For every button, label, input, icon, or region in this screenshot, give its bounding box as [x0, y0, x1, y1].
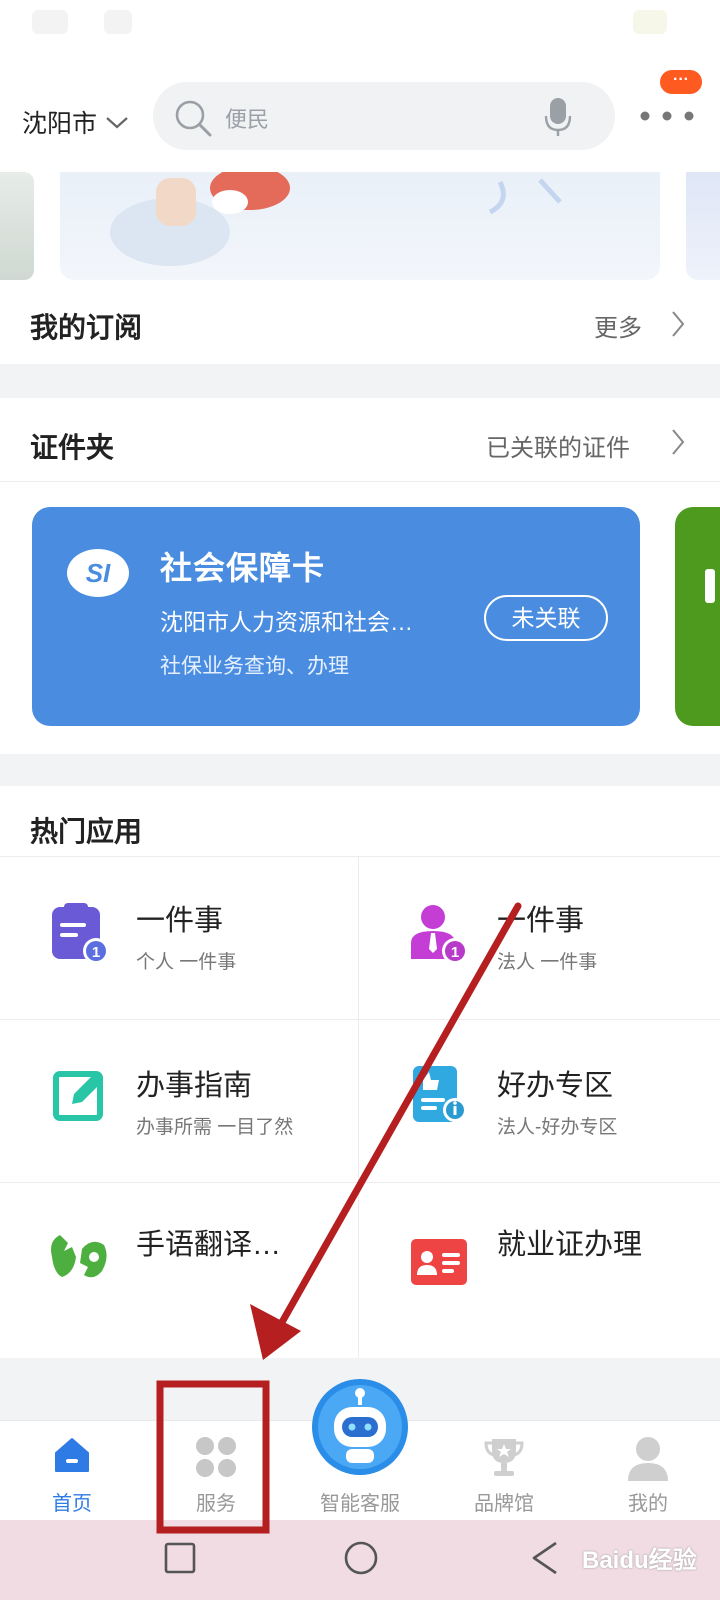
app-subtitle: 法人-好办专区: [497, 1117, 618, 1138]
app-subtitle: 办事所需 一目了然: [136, 1117, 294, 1138]
app-title: 好办专区: [497, 1070, 614, 1102]
banner-slide-next: [686, 172, 720, 280]
app-subtitle: 个人 一件事: [136, 952, 237, 973]
card-title: 社会保障卡: [160, 550, 326, 586]
app-item-easy-zone[interactable]: 好办专区 法人-好办专区: [359, 1020, 720, 1182]
app-item-employment-card[interactable]: 就业证办理: [359, 1183, 720, 1358]
app-subtitle: 法人 一件事: [497, 952, 598, 973]
hot-apps-header: 热门应用: [0, 786, 720, 856]
chevron-right-icon: [672, 311, 685, 337]
divider: [358, 857, 359, 1358]
search-icon: [175, 100, 212, 137]
back-icon[interactable]: [530, 1540, 560, 1576]
banner-slide[interactable]: [60, 172, 660, 280]
section-title: 我的订阅: [30, 312, 143, 343]
business-person-icon: 1: [411, 905, 468, 964]
linked-certificates-link[interactable]: 已关联的证件: [486, 428, 630, 463]
banner-slide-prev: [0, 172, 34, 280]
divider: [0, 1019, 720, 1020]
banner-carousel[interactable]: [0, 172, 720, 282]
app-item-personal-one-thing[interactable]: 1 一件事 个人 一件事: [0, 857, 358, 1019]
card-description: 社保业务查询、办理: [160, 655, 349, 678]
app-title: 一件事: [497, 905, 585, 937]
svg-text:1: 1: [92, 944, 100, 961]
chevron-right-icon: [672, 429, 685, 455]
search-input[interactable]: 便民: [225, 102, 269, 134]
nav-label: 服务: [196, 1493, 236, 1515]
system-navigation-bar: Baidu经验: [0, 1520, 720, 1600]
si-logo-icon: SI: [67, 549, 129, 597]
top-header: 沈阳市 便民 ···: [0, 60, 720, 172]
notification-badge: ···: [660, 70, 702, 94]
divider: [0, 1182, 720, 1183]
svg-text:1: 1: [451, 944, 459, 961]
nav-services[interactable]: 服务: [144, 1421, 288, 1521]
social-security-card[interactable]: SI 社会保障卡 沈阳市人力资源和社会… 社保业务查询、办理 未关联: [32, 507, 640, 726]
link-card-button[interactable]: 未关联: [484, 595, 608, 641]
svg-text:SI: SI: [86, 558, 111, 588]
status-bar: [0, 0, 720, 60]
clipboard-person-icon: 1: [52, 903, 109, 964]
edit-note-icon: [53, 1071, 103, 1121]
robot-icon: [312, 1379, 408, 1475]
more-options-icon[interactable]: [637, 108, 697, 124]
subscription-section: 我的订阅 更多: [0, 282, 720, 364]
nav-smart-service[interactable]: 智能客服: [288, 1379, 432, 1521]
city-selector[interactable]: 沈阳市: [22, 104, 129, 140]
nav-label: 我的: [628, 1493, 668, 1515]
nav-brand-hall[interactable]: 品牌馆: [432, 1421, 576, 1521]
card-organization: 沈阳市人力资源和社会…: [160, 609, 413, 635]
next-certificate-card[interactable]: [675, 507, 720, 726]
app-item-corporate-one-thing[interactable]: 1 一件事 法人 一件事: [359, 857, 720, 1019]
nav-profile[interactable]: 我的: [576, 1421, 720, 1521]
nav-label: 品牌馆: [474, 1493, 534, 1515]
grid-icon: [196, 1437, 236, 1477]
subscription-more-link[interactable]: 更多: [594, 308, 642, 343]
chevron-down-icon: [106, 117, 128, 129]
id-card-icon: [411, 1239, 467, 1285]
recent-apps-icon[interactable]: [164, 1542, 196, 1574]
microphone-icon[interactable]: [543, 96, 573, 138]
user-icon: [628, 1437, 668, 1481]
app-item-sign-language[interactable]: 手语翻译…: [0, 1183, 358, 1358]
nav-label: 首页: [52, 1493, 92, 1515]
app-title: 办事指南: [136, 1070, 253, 1102]
home-button-icon[interactable]: [343, 1540, 379, 1576]
app-title: 手语翻译…: [136, 1229, 282, 1261]
sign-language-icon: [51, 1235, 107, 1278]
app-item-service-guide[interactable]: 办事指南 办事所需 一目了然: [0, 1020, 358, 1182]
watermark: Baidu经验: [582, 1547, 697, 1574]
divider: [0, 481, 720, 482]
app-title: 一件事: [136, 905, 224, 937]
home-icon: [55, 1438, 89, 1472]
banner-illustration: [110, 172, 562, 266]
nav-home[interactable]: 首页: [0, 1421, 144, 1521]
app-title: 就业证办理: [497, 1229, 643, 1261]
city-label: 沈阳市: [22, 110, 98, 138]
section-title: 热门应用: [30, 816, 143, 847]
thumbs-up-doc-icon: [413, 1066, 467, 1122]
section-title: 证件夹: [30, 432, 115, 463]
bottom-navigation: 首页 服务 智能客服 品牌馆 我的: [0, 1379, 720, 1521]
nav-label: 智能客服: [320, 1493, 400, 1515]
search-bar[interactable]: 便民: [153, 82, 615, 150]
trophy-icon: [484, 1439, 524, 1476]
